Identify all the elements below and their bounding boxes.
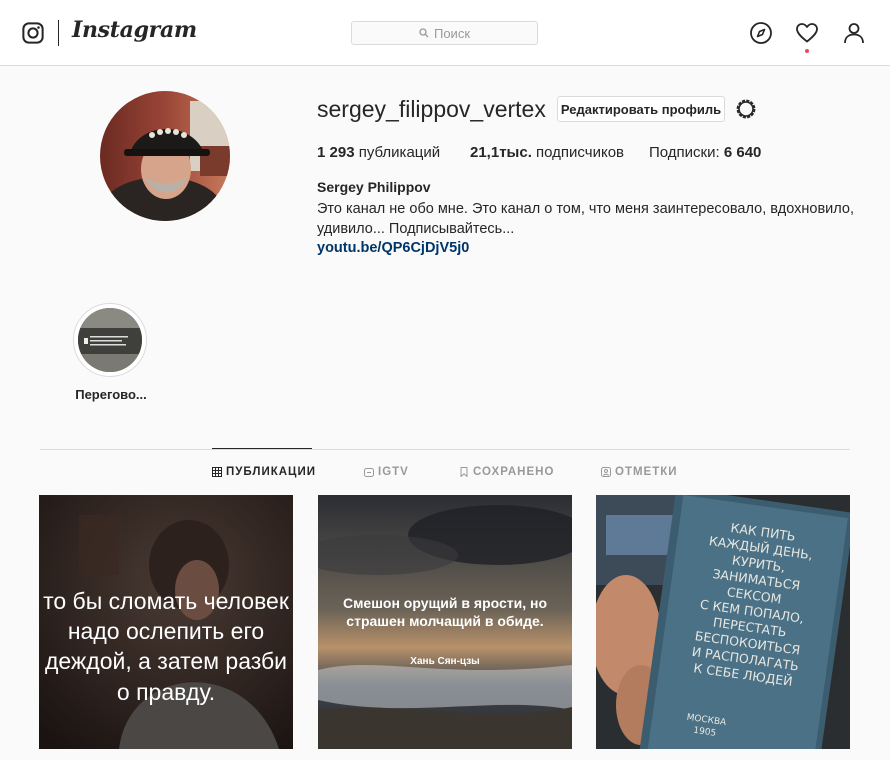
grid-icon [212,467,222,477]
tabs-divider [40,449,850,450]
profile-external-link[interactable]: youtu.be/QP6CjDjV5j0 [317,240,469,256]
post-tile-1[interactable]: то бы сломать человек надо ослепить его … [39,495,293,749]
instagram-wordmark[interactable]: Instagram [72,17,197,43]
followers-count: 21,1тыс. [470,144,532,161]
user-icon[interactable] [842,21,866,45]
igtv-icon [364,468,374,477]
search-input[interactable]: Поиск [351,21,538,45]
bookmark-icon [460,467,468,477]
search-placeholder: Поиск [433,25,471,41]
post-1-line-3: деждой, а затем разби [45,648,287,674]
heart-icon[interactable] [795,21,819,45]
following-label: Подписки: [649,144,720,161]
posts-label: публикаций [358,144,441,161]
post-1-line-1: то бы сломать человек [43,588,290,614]
story-highlight[interactable] [73,303,147,377]
post-1-line-4: о правду. [117,679,215,705]
highlight-label: Перегово... [75,387,147,402]
post-2-quote-line-2: страшен молчащий в обиде. [346,613,543,629]
edit-profile-button[interactable]: Редактировать профиль [557,96,725,122]
post-tile-3[interactable]: КАК ПИТЬ КАЖДЫЙ ДЕНЬ, КУРИТЬ, ЗАНИМАТЬСЯ… [596,495,850,749]
settings-gear-icon[interactable] [734,97,758,121]
logo-divider [58,20,59,46]
post-tile-2[interactable]: Смешон орущий в ярости, но страшен молча… [318,495,572,749]
posts-count: 1 293 [317,144,355,161]
followers-label: подписчиков [536,144,625,161]
tab-saved[interactable]: СОХРАНЕНО [459,465,554,479]
tab-tagged[interactable]: ОТМЕТКИ [601,465,678,479]
active-tab-indicator [212,448,312,449]
tab-posts-label: ПУБЛИКАЦИИ [226,466,316,478]
followers-stat[interactable]: 21,1тыс. подписчиков [470,144,624,161]
profile-username: sergey_filippov_vertex [317,96,546,122]
tag-person-icon [601,467,611,477]
following-stat[interactable]: Подписки: 6 640 [649,144,761,161]
top-navigation-bar: Instagram Поиск [0,0,890,66]
post-2-quote-line-1: Смешон орущий в ярости, но [343,595,547,611]
highlight-cover [78,308,142,372]
tab-saved-label: СОХРАНЕНО [473,466,555,478]
tab-igtv[interactable]: IGTV [364,465,409,479]
profile-full-name: Sergey Philippov [317,179,431,195]
instagram-logo-icon[interactable] [22,22,44,44]
compass-icon[interactable] [749,21,773,45]
posts-stat: 1 293 публикаций [317,144,440,161]
post-2-author: Хань Сян-цзы [410,656,479,667]
tab-igtv-label: IGTV [378,466,409,478]
search-icon [419,28,429,38]
profile-bio: Это канал не обо мне. Это канал о том, ч… [317,201,854,237]
post-1-line-2: надо ослепить его [68,618,264,644]
profile-avatar[interactable] [100,91,230,221]
tab-tagged-label: ОТМЕТКИ [615,466,678,478]
following-count: 6 640 [723,144,762,161]
tab-posts[interactable]: ПУБЛИКАЦИИ [212,465,316,479]
notification-dot [805,49,809,53]
